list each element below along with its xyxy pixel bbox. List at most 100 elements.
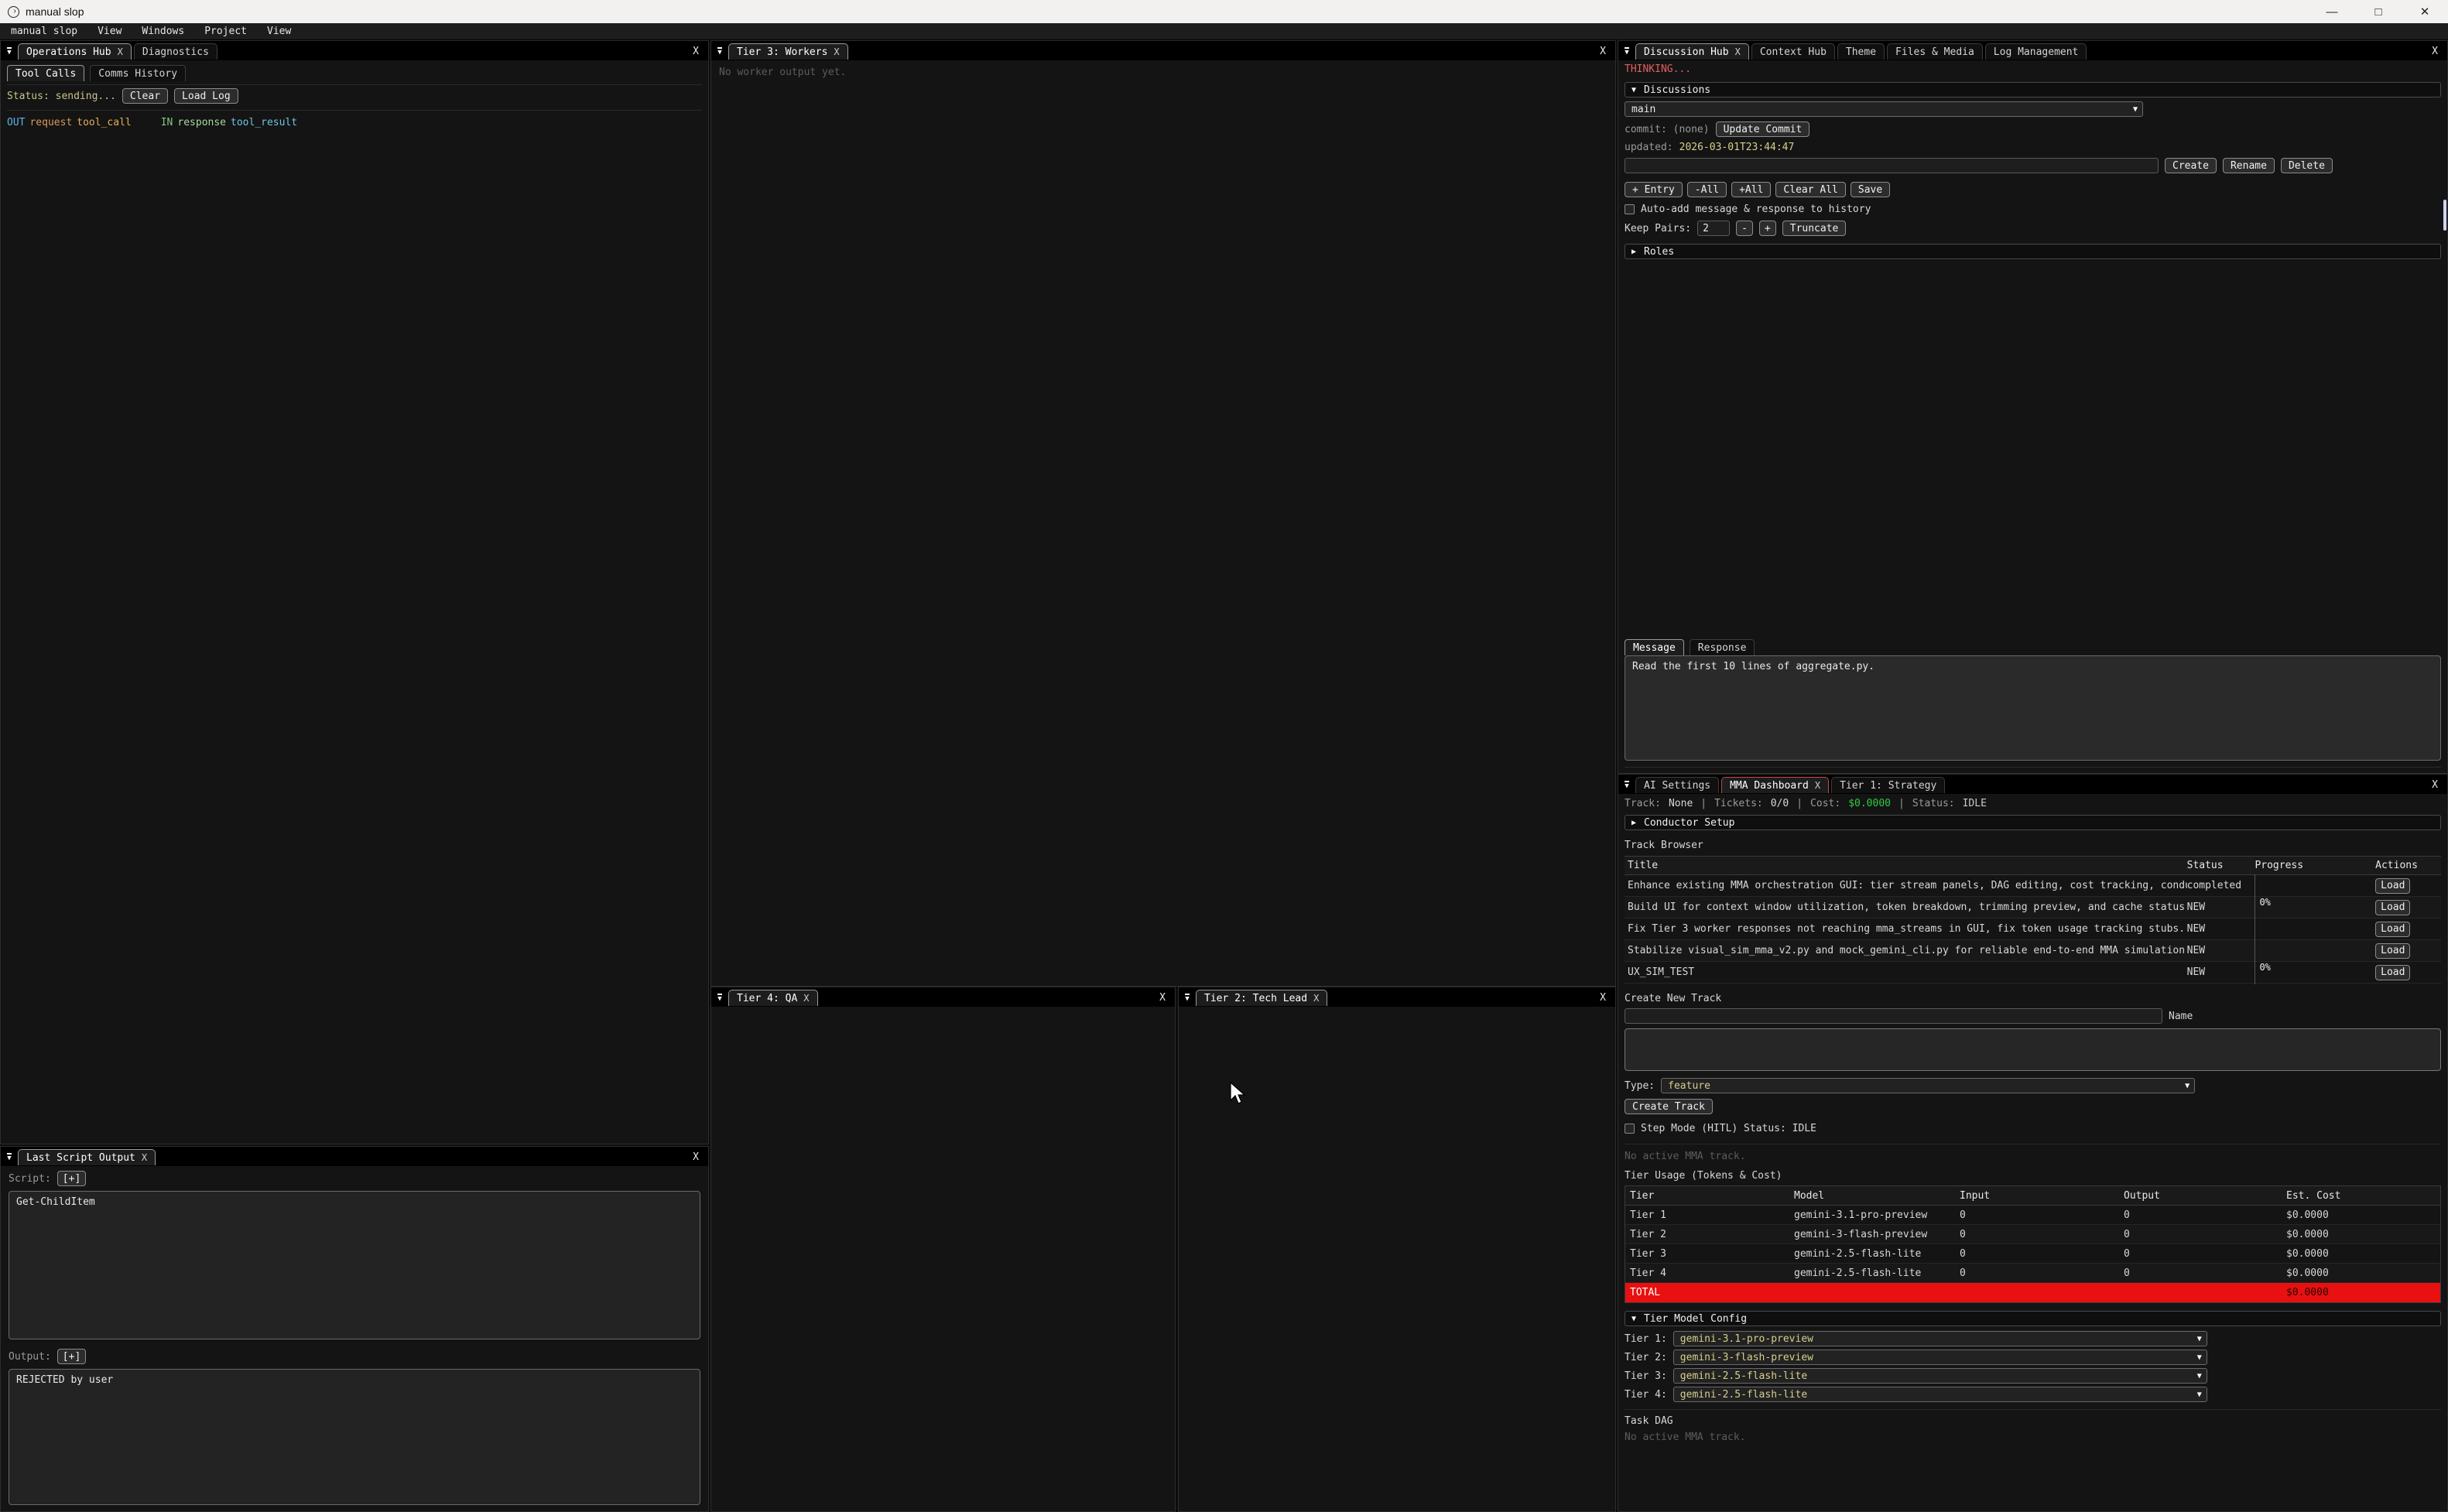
panel-menu-icon[interactable]: ▼ xyxy=(711,43,728,60)
status-label: Status: sending... xyxy=(7,91,116,102)
collapse-all-button[interactable]: -All xyxy=(1687,182,1727,197)
panel-menu-icon[interactable]: ▼ xyxy=(1,1148,18,1165)
panel-close-icon[interactable]: X xyxy=(1600,992,1615,1006)
tab-files-media[interactable]: Files & Media xyxy=(1887,43,1983,60)
create-button[interactable]: Create xyxy=(2165,158,2217,173)
tab-response[interactable]: Response xyxy=(1690,639,1755,655)
keep-pairs-input[interactable]: 2 xyxy=(1697,221,1730,236)
add-entry-button[interactable]: + Entry xyxy=(1625,182,1683,197)
close-button[interactable]: ✕ xyxy=(2402,0,2448,23)
title-bar: manual slop — □ ✕ xyxy=(0,0,2448,23)
tier-model-select-2[interactable]: gemini-3-flash-preview▼ xyxy=(1673,1350,2207,1365)
output-expand-button[interactable]: [+] xyxy=(57,1349,86,1364)
tier-model-select-4[interactable]: gemini-2.5-flash-lite▼ xyxy=(1673,1387,2207,1402)
menu-view-2[interactable]: View xyxy=(267,26,291,37)
discussion-select[interactable]: main ▼ xyxy=(1625,101,2143,117)
discussion-hub-panel: ▼ Discussion Hub X Context Hub Theme Fil… xyxy=(1618,40,2448,774)
panel-menu-icon[interactable]: ▼ xyxy=(1,43,18,60)
output-textarea[interactable]: REJECTED by user xyxy=(9,1369,700,1505)
tab-tier2-tech-lead[interactable]: Tier 2: Tech Lead X xyxy=(1196,990,1327,1006)
menu-windows[interactable]: Windows xyxy=(142,26,184,37)
track-description-textarea[interactable] xyxy=(1625,1028,2441,1071)
load-button[interactable]: Load xyxy=(2375,878,2410,894)
script-textarea[interactable]: Get-ChildItem xyxy=(9,1191,700,1339)
load-button[interactable]: Load xyxy=(2375,900,2410,915)
panel-menu-icon[interactable]: ▼ xyxy=(1179,989,1196,1006)
save-button[interactable]: Save xyxy=(1851,182,1890,197)
load-log-button[interactable]: Load Log xyxy=(174,88,238,104)
rename-button[interactable]: Rename xyxy=(2223,158,2275,173)
panel-close-icon[interactable]: X xyxy=(1600,46,1615,60)
close-tab-icon[interactable]: X xyxy=(1815,780,1820,791)
tab-context-hub[interactable]: Context Hub xyxy=(1751,43,1835,60)
close-tab-icon[interactable]: X xyxy=(1735,46,1741,57)
tab-operations-hub[interactable]: Operations Hub X xyxy=(18,43,132,60)
create-track-button[interactable]: Create Track xyxy=(1625,1099,1713,1114)
tab-tool-calls[interactable]: Tool Calls xyxy=(7,65,84,81)
close-tab-icon[interactable]: X xyxy=(834,46,839,57)
close-tab-icon[interactable]: X xyxy=(142,1152,147,1163)
tab-tier4-qa[interactable]: Tier 4: QA X xyxy=(728,990,818,1006)
clear-all-button[interactable]: Clear All xyxy=(1775,182,1845,197)
panel-menu-icon[interactable]: ▼ xyxy=(1618,43,1635,60)
load-button[interactable]: Load xyxy=(2375,943,2410,959)
roles-section-header[interactable]: ▶ Roles xyxy=(1625,244,2441,259)
tab-last-script-output[interactable]: Last Script Output X xyxy=(18,1149,156,1165)
panel-close-icon[interactable]: X xyxy=(693,46,708,60)
discussion-name-input[interactable] xyxy=(1625,158,2159,173)
maximize-button[interactable]: □ xyxy=(2355,0,2402,23)
tab-tier1-strategy[interactable]: Tier 1: Strategy xyxy=(1831,777,1945,793)
tier-model-select-3[interactable]: gemini-2.5-flash-lite▼ xyxy=(1673,1368,2207,1384)
close-tab-icon[interactable]: X xyxy=(118,46,123,57)
panel-menu-icon[interactable]: ▼ xyxy=(711,989,728,1006)
tier-model-select-1[interactable]: gemini-3.1-pro-preview▼ xyxy=(1673,1331,2207,1346)
script-expand-button[interactable]: [+] xyxy=(57,1171,86,1186)
load-button[interactable]: Load xyxy=(2375,965,2410,980)
tab-ai-settings[interactable]: AI Settings xyxy=(1635,777,1719,793)
collapse-icon: ▼ xyxy=(1631,86,1636,94)
increment-button[interactable]: + xyxy=(1759,221,1776,236)
minimize-button[interactable]: — xyxy=(2309,0,2355,23)
legend-response: response xyxy=(177,117,226,128)
tab-diagnostics[interactable]: Diagnostics xyxy=(134,43,217,60)
expand-all-button[interactable]: +All xyxy=(1731,182,1771,197)
panel-close-icon[interactable]: X xyxy=(1159,992,1175,1006)
close-tab-icon[interactable]: X xyxy=(803,993,809,1004)
tab-message[interactable]: Message xyxy=(1625,639,1684,655)
close-tab-icon[interactable]: X xyxy=(1313,993,1319,1004)
menu-view[interactable]: View xyxy=(98,26,122,37)
track-row: Enhance existing MMA orchestration GUI: … xyxy=(1625,875,2441,897)
message-textarea[interactable]: Read the first 10 lines of aggregate.py. xyxy=(1625,655,2441,761)
tickets-value: 0/0 xyxy=(1771,798,1789,809)
menu-manual-slop[interactable]: manual slop xyxy=(11,26,77,37)
tab-theme[interactable]: Theme xyxy=(1837,43,1885,60)
load-button[interactable]: Load xyxy=(2375,922,2410,937)
chevron-down-icon: ▼ xyxy=(2193,1332,2207,1346)
track-type-select[interactable]: feature ▼ xyxy=(1661,1078,2195,1093)
panel-close-icon[interactable]: X xyxy=(2432,779,2447,793)
panel-close-icon[interactable]: X xyxy=(693,1151,708,1165)
panel-close-icon[interactable]: X xyxy=(2432,46,2447,60)
tier-model-label: Tier 3: xyxy=(1625,1370,1667,1382)
decrement-button[interactable]: - xyxy=(1736,221,1753,236)
scrollbar-thumb[interactable] xyxy=(2443,200,2446,231)
tier-model-config-header[interactable]: ▼ Tier Model Config xyxy=(1625,1311,2441,1326)
clear-button[interactable]: Clear xyxy=(122,88,168,104)
discussions-section-header[interactable]: ▼ Discussions xyxy=(1625,82,2441,97)
dashboard-status-line: Track: None | Tickets: 0/0 | Cost: $0.00… xyxy=(1625,798,2441,809)
tab-tier3-workers[interactable]: Tier 3: Workers X xyxy=(728,43,848,60)
update-commit-button[interactable]: Update Commit xyxy=(1716,121,1810,137)
tab-mma-dashboard[interactable]: MMA Dashboard X xyxy=(1721,777,1829,793)
step-mode-checkbox[interactable] xyxy=(1625,1124,1635,1134)
conductor-setup-header[interactable]: ▶ Conductor Setup xyxy=(1625,815,2441,830)
legend-tool-call: tool_call xyxy=(77,117,131,128)
tab-log-management[interactable]: Log Management xyxy=(1985,43,2087,60)
panel-menu-icon[interactable]: ▼ xyxy=(1618,776,1635,793)
tab-discussion-hub[interactable]: Discussion Hub X xyxy=(1635,43,1749,60)
tab-comms-history[interactable]: Comms History xyxy=(90,65,186,81)
delete-button[interactable]: Delete xyxy=(2281,158,2333,173)
menu-project[interactable]: Project xyxy=(204,26,247,37)
track-name-input[interactable] xyxy=(1625,1008,2162,1024)
truncate-button[interactable]: Truncate xyxy=(1782,221,1847,236)
auto-add-checkbox[interactable] xyxy=(1625,204,1635,214)
